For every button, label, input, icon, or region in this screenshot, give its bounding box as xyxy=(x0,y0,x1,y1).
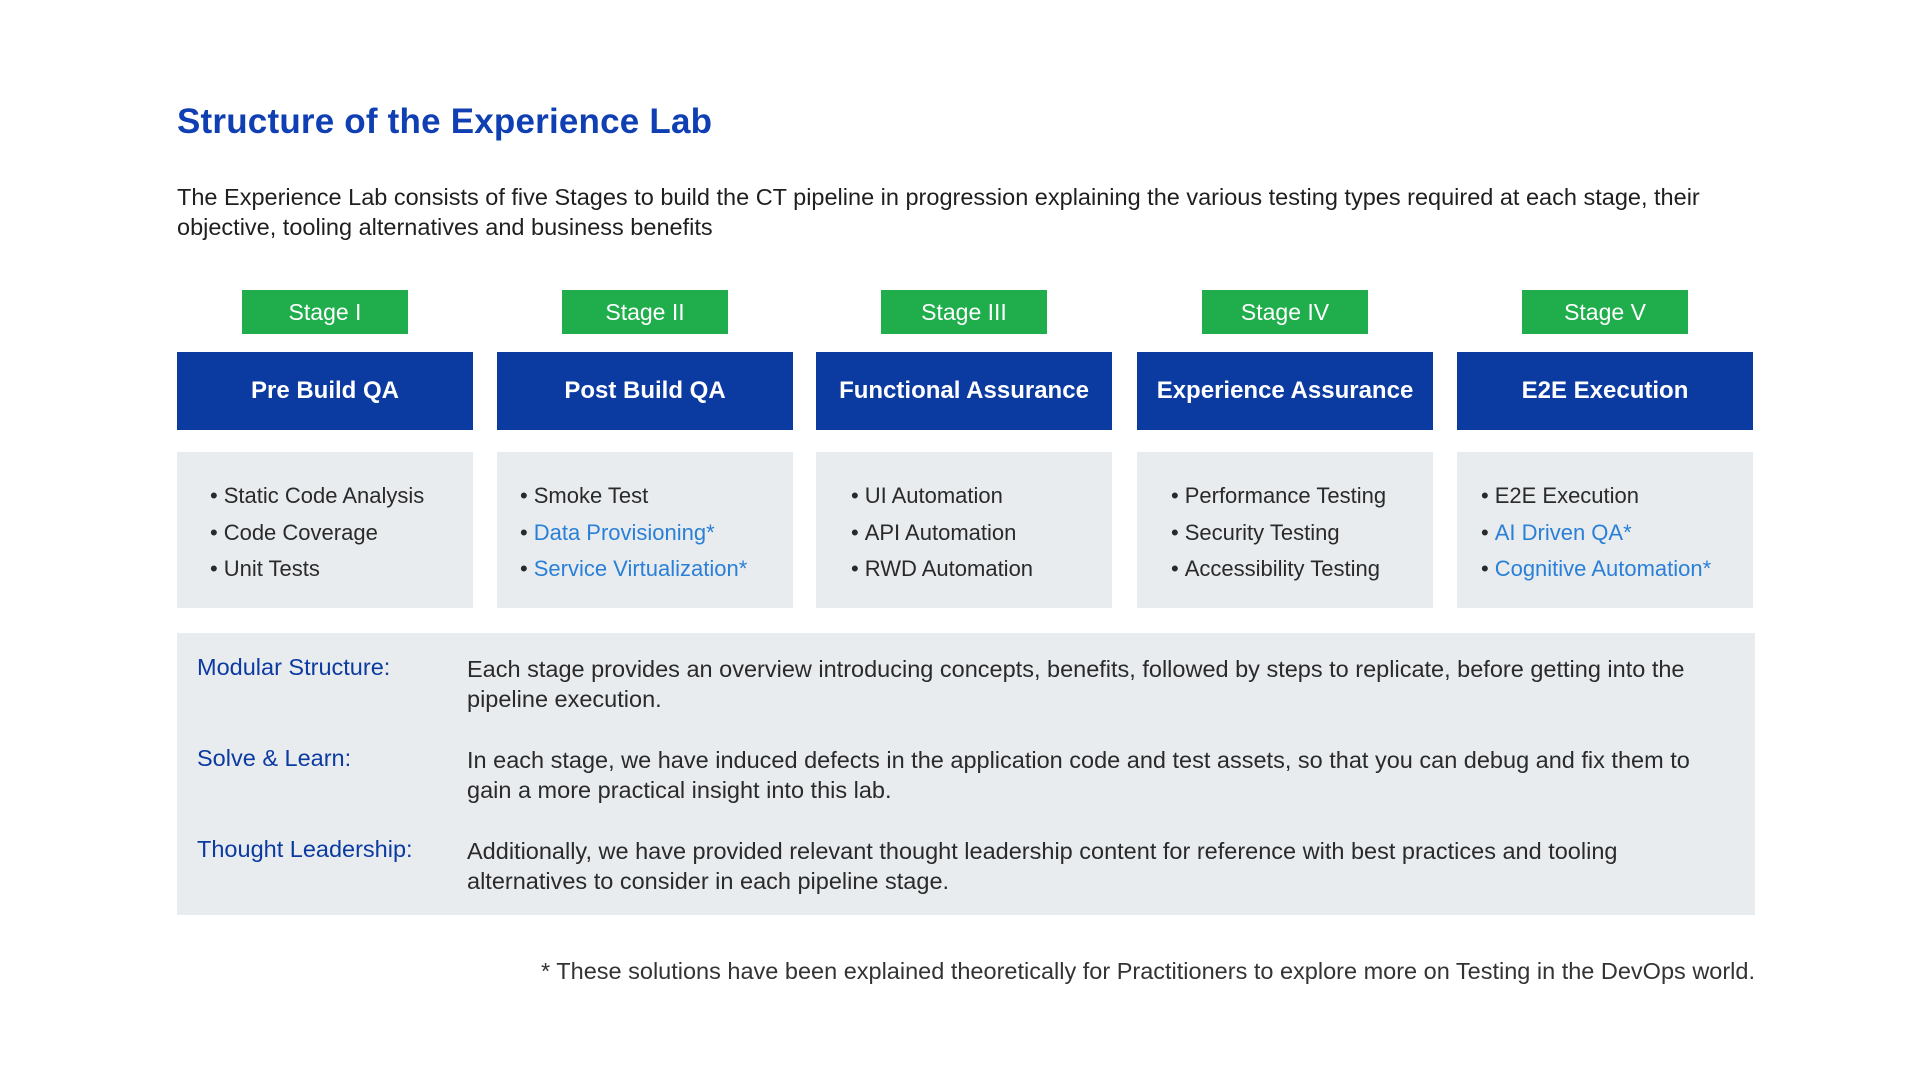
stage-heading-2: Post Build QA xyxy=(497,352,793,430)
list-item: • Performance Testing xyxy=(1171,478,1433,515)
stage-badge-3: Stage III xyxy=(881,290,1047,334)
info-text: Each stage provides an overview introduc… xyxy=(467,656,1685,712)
list-item-text: RWD Automation xyxy=(864,556,1034,581)
list-item: • Unit Tests xyxy=(210,551,473,588)
info-label: Thought Leadership: xyxy=(197,836,413,862)
stage-list-panel-4: • Performance Testing • Security Testing •… xyxy=(1137,452,1433,608)
list-item-text: E2E Execution xyxy=(1494,483,1640,508)
stage-badge-5: Stage V xyxy=(1522,290,1688,334)
bullet-icon: • xyxy=(851,519,859,545)
info-panel: Modular Structure: Each stage provides a… xyxy=(177,633,1755,915)
bullet-icon: • xyxy=(210,519,218,545)
list-item: • E2E Execution xyxy=(1481,478,1753,515)
list-item: • Accessibility Testing xyxy=(1171,551,1433,588)
stage-list-panel-1: • Static Code Analysis • Code Coverage • Un… xyxy=(177,452,473,608)
bullet-icon: • xyxy=(851,483,859,508)
bullet-icon: • xyxy=(1481,556,1489,581)
stage-list-panel-3: • UI Automation • API Automation • RWD Auto… xyxy=(816,452,1112,608)
list-item-text: Service Virtualization* xyxy=(533,556,748,581)
stage-heading-5: E2E Execution xyxy=(1457,352,1753,430)
stage-badge-1: Stage I xyxy=(242,290,408,334)
list-item-text: UI Automation xyxy=(864,483,1003,508)
stage-badge-2: Stage II xyxy=(562,290,728,334)
bullet-icon: • xyxy=(1171,483,1179,508)
stage-list-2: • Smoke Test • Data Provisioning* • Service… xyxy=(520,478,793,588)
list-item-text: Performance Testing xyxy=(1184,483,1387,508)
list-item-text: Cognitive Automation* xyxy=(1494,556,1712,581)
list-item-text: Data Provisioning* xyxy=(533,519,715,545)
stage-list-panel-5: • E2E Execution • AI Driven QA* • Cognitive… xyxy=(1457,452,1753,608)
stage-list-5: • E2E Execution • AI Driven QA* • Cognitive… xyxy=(1481,478,1753,588)
stage-badge-4: Stage IV xyxy=(1202,290,1368,334)
list-item-text: Accessibility Testing xyxy=(1184,556,1380,581)
bullet-icon: • xyxy=(520,483,528,508)
list-item: • RWD Automation xyxy=(851,551,1112,588)
stage-heading-4: Experience Assurance xyxy=(1137,352,1433,430)
list-item-text: Unit Tests xyxy=(223,556,320,581)
stage-list-4: • Performance Testing • Security Testing •… xyxy=(1171,478,1433,588)
bullet-icon: • xyxy=(1481,519,1489,545)
list-item: • API Automation xyxy=(851,515,1112,552)
stage-list-1: • Static Code Analysis • Code Coverage • Un… xyxy=(210,478,473,588)
stage-list-panel-2: • Smoke Test • Data Provisioning* • Service… xyxy=(497,452,793,608)
bullet-icon: • xyxy=(1171,556,1179,581)
stage-grid: Stage I Pre Build QA • Static Code Analys… xyxy=(0,0,1920,1080)
bullet-icon: • xyxy=(1481,483,1489,508)
list-item-text: Static Code Analysis xyxy=(223,483,425,508)
bullet-icon: • xyxy=(851,556,859,581)
list-item: • Service Virtualization* xyxy=(520,551,793,588)
footnote: * These solutions have been explained th… xyxy=(541,958,1755,984)
info-label: Modular Structure: xyxy=(197,654,391,680)
stage-heading-3: Functional Assurance xyxy=(816,352,1112,430)
list-item-text: Smoke Test xyxy=(533,483,649,508)
bullet-icon: • xyxy=(210,483,218,508)
info-text: In each stage, we have induced defects i… xyxy=(467,747,1690,803)
list-item: • Data Provisioning* xyxy=(520,515,793,552)
bullet-icon: • xyxy=(520,519,528,545)
bullet-icon: • xyxy=(1171,519,1179,545)
list-item-text: Code Coverage xyxy=(223,519,378,545)
list-item: • Static Code Analysis xyxy=(210,478,473,515)
list-item: • Cognitive Automation* xyxy=(1481,551,1753,588)
list-item-text: AI Driven QA* xyxy=(1494,519,1632,545)
info-label: Solve & Learn: xyxy=(197,745,352,771)
list-item: • UI Automation xyxy=(851,478,1112,515)
list-item-text: Security Testing xyxy=(1184,519,1340,545)
stage-heading-1: Pre Build QA xyxy=(177,352,473,430)
stage-list-3: • UI Automation • API Automation • RWD Auto… xyxy=(851,478,1112,588)
info-text: Additionally, we have provided relevant … xyxy=(467,838,1618,894)
bullet-icon: • xyxy=(520,556,528,581)
list-item: • Security Testing xyxy=(1171,515,1433,552)
list-item: • Smoke Test xyxy=(520,478,793,515)
list-item-text: API Automation xyxy=(864,519,1017,545)
list-item: • Code Coverage xyxy=(210,515,473,552)
bullet-icon: • xyxy=(210,556,218,581)
list-item: • AI Driven QA* xyxy=(1481,515,1753,552)
